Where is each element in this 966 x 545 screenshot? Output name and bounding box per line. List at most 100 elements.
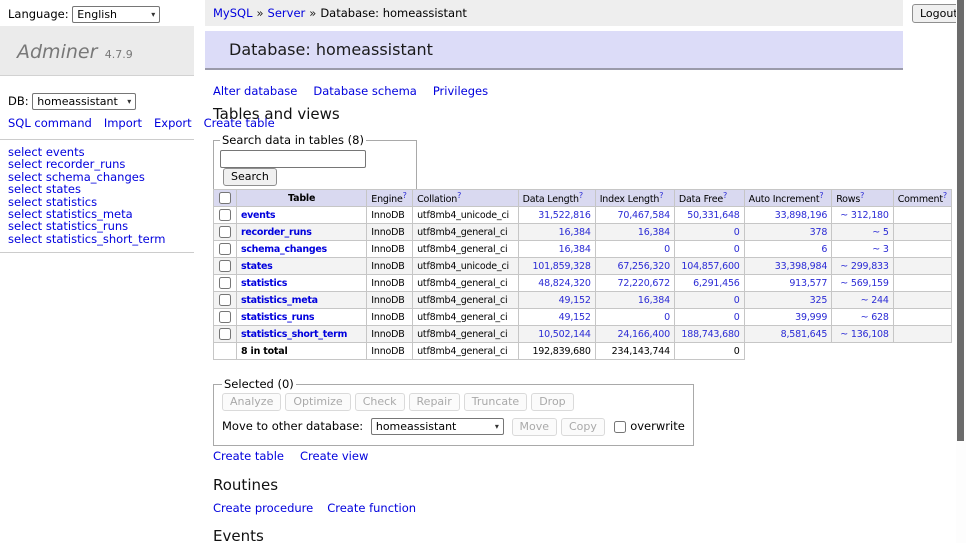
copy-button[interactable]: Copy xyxy=(561,418,605,436)
rows-count-link[interactable]: ~ 136,108 xyxy=(840,329,888,340)
help-link[interactable]: ? xyxy=(403,191,407,200)
rows-cell: ~ 3 xyxy=(832,241,894,258)
row-checkbox[interactable] xyxy=(219,294,231,306)
table-name-link[interactable]: statistics_meta xyxy=(241,295,318,306)
help-link[interactable]: ? xyxy=(860,191,864,200)
comment-cell xyxy=(893,224,951,241)
table-name-link[interactable]: states xyxy=(241,261,272,272)
rows-count-link[interactable]: ~ 244 xyxy=(861,295,889,306)
analyze-button[interactable]: Analyze xyxy=(222,393,281,411)
row-checkbox[interactable] xyxy=(219,209,231,221)
table-name-link[interactable]: statistics_runs xyxy=(241,312,314,323)
select-all-checkbox[interactable] xyxy=(219,192,231,204)
drop-button[interactable]: Drop xyxy=(531,393,573,411)
truncate-button[interactable]: Truncate xyxy=(464,393,527,411)
search-input[interactable] xyxy=(220,150,366,168)
comment-cell xyxy=(893,326,951,343)
sidebar-action-sql-command[interactable]: SQL command xyxy=(8,116,92,130)
create-table-link[interactable]: Create table xyxy=(213,449,284,463)
vertical-scrollbar[interactable] xyxy=(956,0,966,543)
help-link[interactable]: ? xyxy=(943,191,947,200)
sidebar-action-export[interactable]: Export xyxy=(154,116,192,130)
rows-count-link[interactable]: ~ 569,159 xyxy=(840,278,888,289)
row-checkbox[interactable] xyxy=(219,277,231,289)
auto-increment-cell: 378 xyxy=(744,224,832,241)
row-checkbox[interactable] xyxy=(219,226,231,238)
table-name-cell: statistics_runs xyxy=(237,309,367,326)
repair-button[interactable]: Repair xyxy=(409,393,460,411)
move-db-select-value: homeassistant xyxy=(376,420,457,433)
column-header-engine: Engine? xyxy=(367,190,413,207)
overwrite-checkbox[interactable] xyxy=(614,421,626,433)
help-link[interactable]: ? xyxy=(579,191,583,200)
column-header-rows: Rows? xyxy=(832,190,894,207)
rows-count-link[interactable]: ~ 628 xyxy=(861,312,889,323)
create-procedure-link[interactable]: Create procedure xyxy=(213,501,313,515)
help-link[interactable]: ? xyxy=(659,191,663,200)
table-name-cell: events xyxy=(237,207,367,224)
row-checkbox-cell xyxy=(214,224,237,241)
total-data-length-cell: 192,839,680 xyxy=(518,343,595,360)
db-select[interactable]: homeassistant ▾ xyxy=(32,93,136,110)
comment-cell xyxy=(893,292,951,309)
app-version: 4.7.9 xyxy=(105,48,133,61)
sidebar-table-links: select eventsselect recorder_runsselect … xyxy=(8,146,186,245)
table-name-link[interactable]: statistics_short_term xyxy=(241,329,347,340)
tables-table: TableEngine?Collation?Data Length?Index … xyxy=(213,189,952,360)
language-select[interactable]: English ▾ xyxy=(72,6,160,23)
search-button[interactable]: Search xyxy=(223,168,277,186)
rows-count-link[interactable]: ~ 3 xyxy=(872,244,888,255)
help-link[interactable]: ? xyxy=(723,191,727,200)
scrollbar-thumb[interactable] xyxy=(957,0,964,441)
breadcrumb-server[interactable]: Server xyxy=(268,6,306,20)
row-checkbox[interactable] xyxy=(219,260,231,272)
rows-count-link[interactable]: ~ 312,180 xyxy=(840,210,888,221)
create-function-link[interactable]: Create function xyxy=(327,501,416,515)
database-schema-link[interactable]: Database schema xyxy=(313,84,416,98)
column-label: Engine xyxy=(371,194,402,205)
data-length-cell: 16,384 xyxy=(518,241,595,258)
sidebar-action-import[interactable]: Import xyxy=(104,116,142,130)
table-name-link[interactable]: recorder_runs xyxy=(241,227,312,238)
column-header-data-free: Data Free? xyxy=(674,190,744,207)
move-button[interactable]: Move xyxy=(512,418,558,436)
row-checkbox[interactable] xyxy=(219,328,231,340)
index-length-cell: 16,384 xyxy=(595,224,674,241)
help-sup: ? xyxy=(403,191,407,200)
collation-cell: utf8mb4_general_ci xyxy=(413,309,518,326)
data-length-cell: 101,859,328 xyxy=(518,258,595,275)
move-db-select[interactable]: homeassistant ▾ xyxy=(371,418,504,435)
main-content: MySQL»Server»Database: homeassistant Log… xyxy=(205,0,952,543)
sidebar-actions: SQL commandImportExportCreate table xyxy=(8,117,178,130)
sidebar-item-select-statistics-short-term[interactable]: select statistics_short_term xyxy=(8,232,165,246)
breadcrumb-mysql[interactable]: MySQL xyxy=(213,6,253,20)
table-row: eventsInnoDButf8mb4_unicode_ci31,522,816… xyxy=(214,207,952,224)
table-name-link[interactable]: events xyxy=(241,210,275,221)
help-sup: ? xyxy=(723,191,727,200)
alter-database-link[interactable]: Alter database xyxy=(213,84,297,98)
rows-count-link[interactable]: ~ 5 xyxy=(872,227,888,238)
table-name-link[interactable]: schema_changes xyxy=(241,244,327,255)
header-checkbox-cell xyxy=(214,190,237,207)
column-label: Data Free xyxy=(679,194,723,205)
help-link[interactable]: ? xyxy=(457,191,461,200)
empty-cell xyxy=(893,343,951,360)
index-length-cell: 72,220,672 xyxy=(595,275,674,292)
create-view-link[interactable]: Create view xyxy=(300,449,368,463)
row-checkbox[interactable] xyxy=(219,243,231,255)
table-name-link[interactable]: statistics xyxy=(241,278,287,289)
comment-cell xyxy=(893,309,951,326)
app-name: Adminer xyxy=(17,41,97,63)
row-checkbox[interactable] xyxy=(219,311,231,323)
data-free-cell: 0 xyxy=(674,241,744,258)
table-row: recorder_runsInnoDButf8mb4_general_ci16,… xyxy=(214,224,952,241)
chevron-down-icon: ▾ xyxy=(495,422,499,431)
total-checkbox-cell xyxy=(214,343,237,360)
optimize-button[interactable]: Optimize xyxy=(285,393,350,411)
check-button[interactable]: Check xyxy=(355,393,405,411)
help-link[interactable]: ? xyxy=(819,191,823,200)
rows-count-link[interactable]: ~ 299,833 xyxy=(840,261,888,272)
auto-increment-cell: 913,577 xyxy=(744,275,832,292)
privileges-link[interactable]: Privileges xyxy=(433,84,488,98)
data-free-cell: 0 xyxy=(674,292,744,309)
